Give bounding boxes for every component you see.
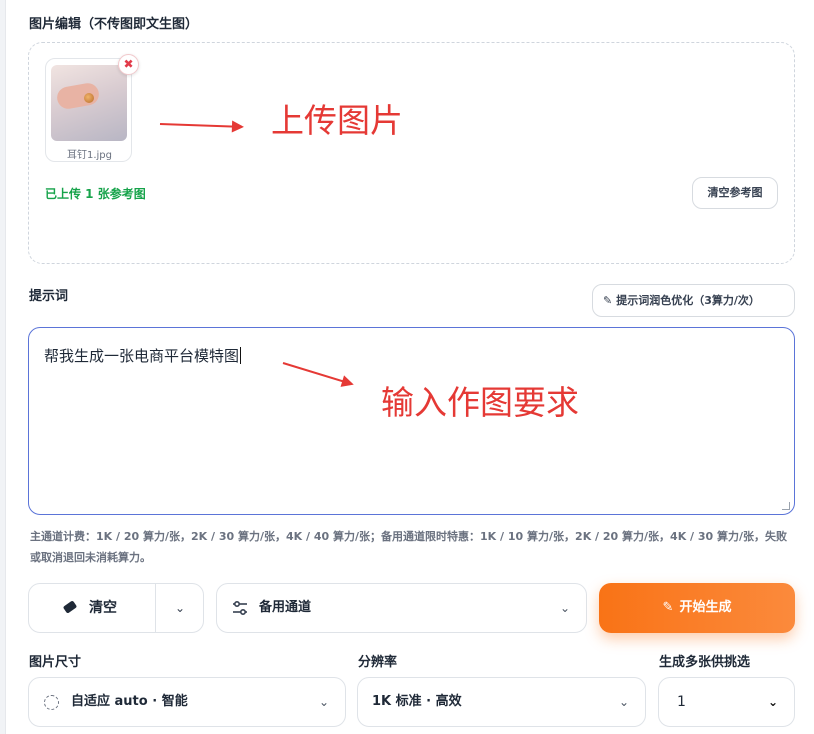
resolution-value: 1K 标准 · 高效 — [372, 694, 462, 709]
image-edit-title: 图片编辑（不传图即文生图） — [29, 17, 199, 32]
resize-handle-icon[interactable] — [782, 502, 790, 510]
prompt-optimize-button[interactable]: ✎ 提示词润色优化（3算力/次） — [592, 284, 795, 317]
pricing-note: 主通道计费：1K / 20 算力/张，2K / 30 算力/张，4K / 40 … — [30, 530, 788, 564]
chevron-down-icon: ⌄ — [318, 695, 329, 709]
count-label: 生成多张供挑选 — [659, 655, 751, 670]
uploaded-image-preview — [51, 65, 127, 141]
clear-button[interactable]: 清空 — [29, 584, 156, 632]
annotation-upload: 上传图片 — [271, 101, 403, 140]
close-icon: ✖ — [123, 57, 134, 71]
pencil-icon: ✎ — [662, 600, 674, 615]
remove-image-button[interactable]: ✖ — [118, 54, 139, 75]
prompt-text: 帮我生成一张电商平台模特图 — [44, 347, 240, 365]
uploaded-thumbnail-card[interactable]: 耳钉1.jpg — [45, 58, 132, 162]
start-generate-button[interactable]: ✎ 开始生成 — [599, 583, 795, 633]
count-select[interactable]: 1 ⌄ — [658, 677, 795, 727]
chevron-down-icon: ⌄ — [174, 601, 186, 615]
channel-select[interactable]: 备用通道 ⌄ — [216, 583, 587, 633]
start-generate-label: 开始生成 — [679, 600, 732, 615]
text-caret — [240, 347, 242, 364]
sliders-icon — [233, 600, 247, 616]
clear-references-button[interactable]: 清空参考图 — [692, 177, 778, 209]
upload-dropzone[interactable] — [28, 42, 795, 264]
uploaded-file-name: 耳钉1.jpg — [66, 150, 112, 161]
magic-wand-icon: ✎ — [603, 294, 613, 307]
auto-size-icon — [44, 695, 59, 710]
prompt-optimize-label: 提示词润色优化（3算力/次） — [616, 294, 760, 307]
prompt-title: 提示词 — [29, 289, 69, 304]
channel-select-value: 备用通道 — [259, 600, 312, 615]
left-panel-edge — [0, 0, 6, 734]
eraser-icon — [62, 600, 78, 614]
chevron-down-icon: ⌄ — [618, 695, 629, 709]
chevron-down-icon: ⌄ — [767, 695, 778, 709]
image-size-select[interactable]: 自适应 auto · 智能 ⌄ — [28, 677, 346, 727]
count-value: 1 — [677, 694, 686, 710]
resolution-label: 分辨率 — [358, 655, 398, 670]
clear-button-label: 清空 — [89, 600, 117, 616]
upload-status-text: 已上传 1 张参考图 — [45, 187, 146, 201]
clear-button-group: 清空 ⌄ — [28, 583, 204, 633]
image-size-label: 图片尺寸 — [29, 655, 82, 670]
annotation-prompt: 输入作图要求 — [381, 383, 579, 422]
clear-dropdown-button[interactable]: ⌄ — [156, 584, 204, 632]
chevron-down-icon: ⌄ — [559, 601, 570, 615]
image-size-value: 自适应 auto · 智能 — [71, 694, 188, 709]
resolution-select[interactable]: 1K 标准 · 高效 ⌄ — [357, 677, 646, 727]
